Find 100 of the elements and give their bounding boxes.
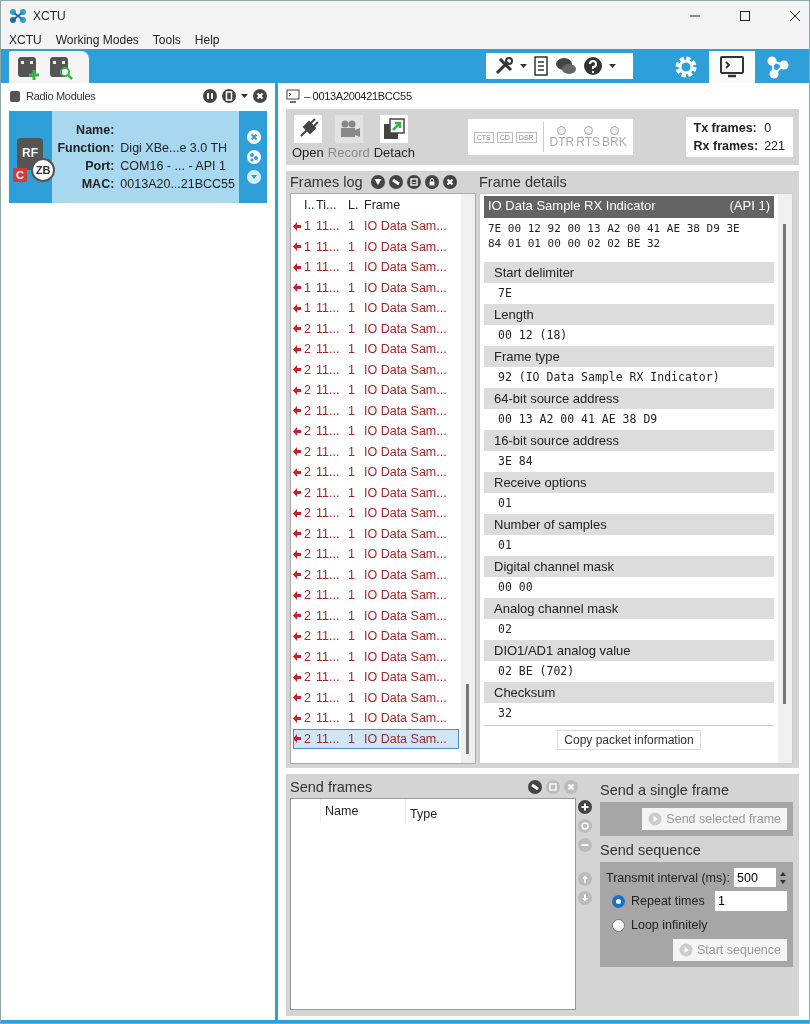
close-icon[interactable] bbox=[789, 9, 801, 22]
section-title: Frames log bbox=[290, 174, 363, 190]
lock-icon[interactable] bbox=[424, 175, 439, 189]
menu-item[interactable]: Tools bbox=[152, 32, 181, 47]
caret-icon[interactable] bbox=[520, 64, 527, 68]
table-row[interactable]: 2 11... 1 IO Data Sam... bbox=[293, 708, 459, 729]
close-icon[interactable] bbox=[253, 89, 267, 103]
table-row[interactable]: 1 11... 1 IO Data Sam... bbox=[293, 216, 459, 237]
module-list-icon[interactable] bbox=[222, 89, 236, 103]
table-cell-text: 1 bbox=[348, 670, 356, 685]
field-value: 00 00 bbox=[497, 579, 534, 596]
table-row[interactable]: 2 11... 1 IO Data Sam... bbox=[293, 544, 459, 565]
input-field[interactable]: 1 bbox=[715, 891, 787, 911]
toolbar-button[interactable]: Detach bbox=[373, 114, 415, 160]
tools-icon[interactable] bbox=[494, 56, 514, 76]
table-cell-text: 11... bbox=[316, 711, 341, 726]
table-cell-text: 2 bbox=[304, 403, 312, 418]
spin-field[interactable]: 500 bbox=[734, 868, 776, 887]
window-title: XCTU bbox=[33, 8, 66, 23]
copy-button[interactable]: Copy packet information bbox=[557, 730, 701, 750]
add-icon[interactable] bbox=[578, 800, 592, 814]
table-row[interactable]: 2 11... 1 IO Data Sam... bbox=[293, 380, 459, 401]
play-icon bbox=[648, 812, 663, 826]
table-row[interactable]: 2 11... 1 IO Data Sam... bbox=[293, 400, 459, 421]
field-label: DIO1/AD1 analog value bbox=[484, 640, 774, 661]
column-header[interactable]: Name bbox=[321, 799, 406, 823]
table-row[interactable]: 1 11... 1 IO Data Sam... bbox=[293, 257, 459, 278]
field-value: 01 bbox=[497, 537, 513, 554]
table-row[interactable]: 2 11... 1 IO Data Sam... bbox=[293, 585, 459, 606]
table-cell-text: IO Data Sam... bbox=[364, 608, 448, 623]
counter-value: 0 bbox=[764, 121, 773, 135]
table-cell-text: 1 bbox=[304, 219, 312, 234]
table-row[interactable]: 1 11... 1 IO Data Sam... bbox=[293, 277, 459, 298]
menu-item[interactable]: Help bbox=[194, 32, 220, 47]
table-row[interactable]: 2 11... 1 IO Data Sam... bbox=[293, 503, 459, 524]
caret-icon[interactable] bbox=[609, 64, 616, 68]
column-header[interactable]: Ti... bbox=[316, 198, 346, 212]
section-title: Send frames bbox=[290, 779, 373, 795]
clear-icon[interactable] bbox=[528, 780, 542, 794]
table-row[interactable]: 2 11... 1 IO Data Sam... bbox=[293, 564, 459, 585]
field-label: Receive options bbox=[484, 472, 774, 493]
table-cell-text: IO Data Sam... bbox=[364, 260, 448, 275]
add-module-icon[interactable] bbox=[15, 54, 41, 80]
module-card[interactable]: RF C ZB Name: Function: Digi XBe...e 3.0 TH Port: COM16 - ... - API 1 MAC: 0013A20...21BCC55 bbox=[9, 111, 267, 203]
table-row[interactable]: 2 11... 1 IO Data Sam... bbox=[293, 421, 459, 442]
table-row[interactable]: 2 11... 1 IO Data Sam... bbox=[293, 646, 459, 667]
column-header[interactable]: L. bbox=[348, 198, 362, 212]
detach-icon bbox=[381, 115, 408, 142]
list-icon[interactable] bbox=[533, 56, 549, 76]
table-cell-text: 11... bbox=[316, 567, 341, 582]
table-row[interactable]: 2 11... 1 IO Data Sam... bbox=[293, 462, 459, 483]
table-cell-text: IO Data Sam... bbox=[364, 690, 448, 705]
menu-item[interactable]: Working Modes bbox=[55, 32, 139, 47]
radio-button[interactable] bbox=[612, 894, 625, 908]
table-row[interactable]: 1 11... 1 IO Data Sam... bbox=[293, 236, 459, 257]
pane-title: Radio Modules bbox=[26, 90, 96, 102]
field-label: Analog channel mask bbox=[484, 598, 774, 619]
scrollbar[interactable] bbox=[778, 194, 792, 763]
save-icon[interactable] bbox=[406, 175, 421, 189]
column-header[interactable]: Type bbox=[406, 801, 575, 821]
filter-icon[interactable] bbox=[370, 175, 385, 189]
field-label: Digital channel mask bbox=[484, 556, 774, 577]
table-row[interactable]: 2 11... 1 IO Data Sam... bbox=[293, 626, 459, 647]
table-row[interactable]: 2 11... 1 IO Data Sam... bbox=[293, 482, 459, 503]
field-label: Length bbox=[484, 304, 774, 325]
table-row[interactable]: 2 11... 1 IO Data Sam... bbox=[293, 605, 459, 626]
close-icon[interactable] bbox=[442, 175, 457, 189]
pause-icon[interactable] bbox=[203, 89, 217, 103]
api-label: (API 1) bbox=[729, 198, 770, 215]
table-row[interactable]: 2 11... 1 IO Data Sam... bbox=[293, 728, 459, 749]
table-cell-text: 1 bbox=[348, 526, 356, 541]
field-value: COM16 - ... - API 1 bbox=[120, 159, 227, 173]
field-label: Frame type bbox=[484, 346, 774, 367]
maximize-icon[interactable] bbox=[739, 9, 751, 22]
table-cell-text: 2 bbox=[304, 608, 312, 623]
table-row[interactable]: 1 11... 1 IO Data Sam... bbox=[293, 298, 459, 319]
mode-tab[interactable] bbox=[709, 51, 755, 83]
menu-item[interactable]: XCTU bbox=[9, 32, 42, 47]
table-cell-text: 11... bbox=[316, 444, 341, 459]
section-title: Frame details bbox=[479, 174, 567, 190]
scrollbar[interactable] bbox=[461, 194, 475, 763]
field-value: 00 13 A2 00 41 AE 38 D9 bbox=[497, 411, 659, 428]
table-row[interactable]: 2 11... 1 IO Data Sam... bbox=[293, 441, 459, 462]
table-cell-text: 11... bbox=[316, 383, 341, 398]
chat-icon[interactable] bbox=[555, 56, 577, 76]
help-icon[interactable] bbox=[583, 56, 603, 76]
table-row[interactable]: 2 11... 1 IO Data Sam... bbox=[293, 318, 459, 339]
table-row[interactable]: 2 11... 1 IO Data Sam... bbox=[293, 687, 459, 708]
radio-button[interactable] bbox=[612, 918, 625, 932]
column-header[interactable]: I.. bbox=[304, 198, 314, 212]
table-row[interactable]: 2 11... 1 IO Data Sam... bbox=[293, 359, 459, 380]
table-row[interactable]: 2 11... 1 IO Data Sam... bbox=[293, 523, 459, 544]
column-header[interactable]: Frame bbox=[364, 198, 459, 212]
discover-module-icon[interactable] bbox=[47, 54, 73, 80]
caret-icon[interactable] bbox=[241, 94, 248, 98]
table-row[interactable]: 2 11... 1 IO Data Sam... bbox=[293, 339, 459, 360]
play-icon bbox=[678, 943, 693, 957]
network-icon[interactable] bbox=[247, 150, 261, 164]
table-row[interactable]: 2 11... 1 IO Data Sam... bbox=[293, 667, 459, 688]
clear-icon[interactable] bbox=[388, 175, 403, 189]
